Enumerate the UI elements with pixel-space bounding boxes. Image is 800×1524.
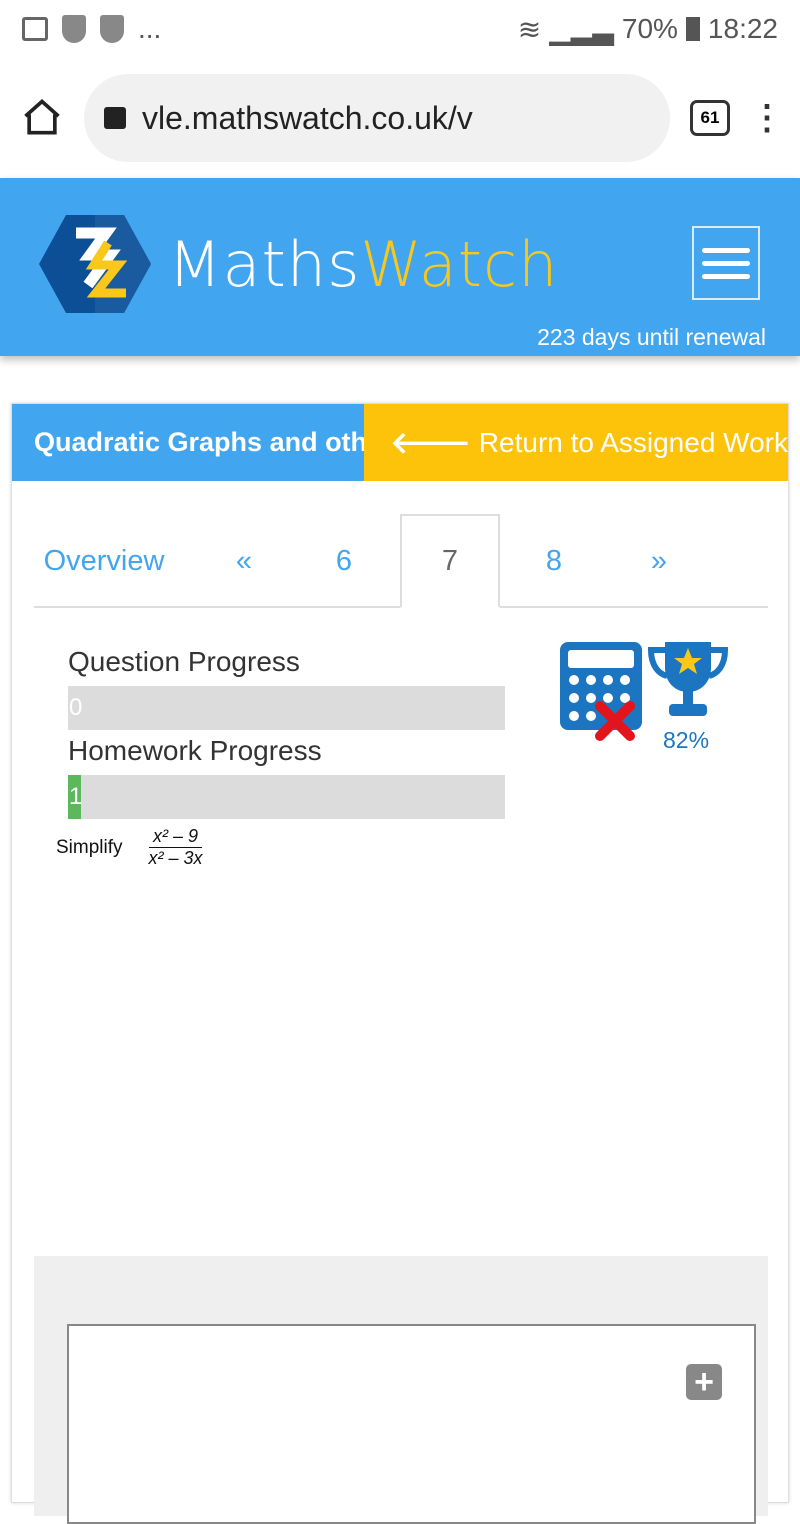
question-prompt: Simplify	[56, 836, 123, 858]
trophy-icon	[647, 642, 729, 716]
shield-icon	[62, 15, 86, 43]
more-options-icon[interactable]: ⋮	[750, 98, 784, 138]
wifi-icon: ≋	[517, 13, 542, 45]
question-text: Simplify x² – 9 x² – 3x	[56, 826, 203, 869]
browser-toolbar: vle.mathswatch.co.uk/v 61 ⋮	[0, 58, 800, 178]
shield-icon	[100, 15, 124, 43]
question-progress-label: Question Progress	[68, 646, 300, 677]
add-button[interactable]: +	[686, 1364, 722, 1400]
tab-overview[interactable]: Overview	[34, 514, 174, 608]
url-text: vle.mathswatch.co.uk/v	[142, 99, 473, 136]
hamburger-menu-button[interactable]	[692, 226, 760, 300]
fraction-denominator: x² – 3x	[148, 848, 203, 868]
arrow-left-icon: 🡐	[390, 426, 471, 460]
tab-8[interactable]: 8	[534, 514, 574, 608]
tab-6[interactable]: 6	[324, 514, 364, 608]
signal-icon: ▁▂▃	[549, 13, 614, 45]
homework-progress-label: Homework Progress	[68, 735, 322, 766]
question-progress-bar: 0	[68, 686, 505, 730]
more-notifications: ...	[138, 13, 162, 44]
answer-area: +	[34, 1256, 768, 1524]
site-header: MathsWatch 223 days until renewal	[0, 178, 800, 356]
battery-icon	[685, 17, 700, 41]
answer-input[interactable]: +	[67, 1324, 756, 1524]
homework-progress-value: 1	[69, 783, 83, 810]
assignment-card: Quadratic Graphs and other 🡐 Return to A…	[11, 403, 789, 1524]
tab-7[interactable]: 7	[400, 514, 500, 608]
clock: 18:22	[707, 13, 778, 44]
tab-prev[interactable]: «	[224, 514, 264, 608]
lock-icon	[104, 107, 126, 129]
brand-name[interactable]: MathsWatch	[168, 228, 558, 301]
trophy-percent: 82%	[663, 727, 710, 753]
mathswatch-logo-icon[interactable]	[38, 213, 152, 315]
fraction: x² – 9 x² – 3x	[149, 826, 203, 869]
tab-switcher-button[interactable]: 61	[690, 100, 730, 136]
image-icon	[22, 17, 48, 41]
renewal-notice: 223 days until renewal	[537, 324, 766, 350]
assignment-title: Quadratic Graphs and other	[12, 404, 365, 481]
battery-percent: 70%	[621, 13, 678, 44]
fraction-numerator: x² – 9	[149, 826, 203, 848]
return-to-assigned-work-button[interactable]: 🡐 Return to Assigned Work	[364, 404, 788, 481]
status-bar: ... ≋ ▁▂▃ 70% 18:22	[0, 0, 800, 58]
question-nav: Overview « 6 7 8 »	[34, 514, 768, 608]
url-bar[interactable]: vle.mathswatch.co.uk/v	[84, 74, 670, 162]
tab-next[interactable]: »	[639, 514, 679, 608]
question-progress-value: 0	[69, 694, 83, 721]
calculator-not-allowed-icon	[560, 642, 642, 741]
home-icon[interactable]	[20, 96, 64, 140]
homework-progress-bar: 1	[68, 775, 505, 819]
